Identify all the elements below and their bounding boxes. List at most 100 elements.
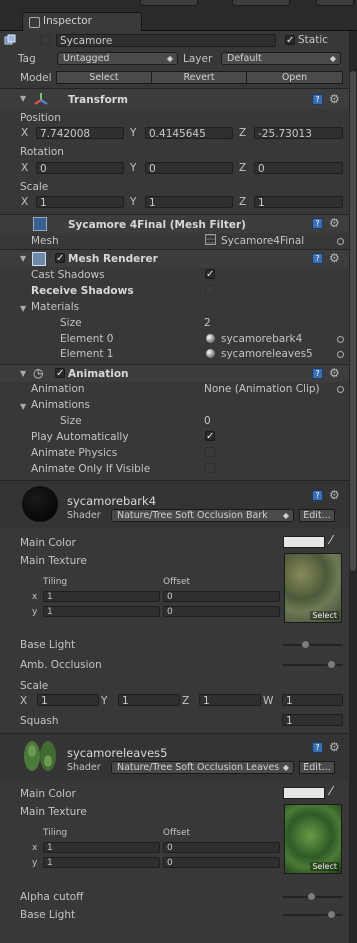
mat-scale-x-label: X	[20, 695, 28, 707]
help-icon[interactable]: ?	[312, 253, 323, 264]
cast-shadows-checkbox[interactable]: ✓	[205, 269, 215, 280]
animations-label: Animations	[31, 399, 91, 411]
material1-shader-dropdown[interactable]: Nature/Tree Soft Occlusion Bark ◆	[111, 509, 294, 522]
model-open-button[interactable]: Open	[246, 71, 343, 84]
receive-shadows-checkbox[interactable]	[205, 285, 215, 295]
rotation-y-field[interactable]: 0	[145, 162, 233, 174]
eyedropper-icon[interactable]: ⁄	[330, 784, 332, 798]
animate-physics-checkbox[interactable]	[205, 447, 215, 457]
foldout-arrow-icon[interactable]: ▼	[20, 254, 26, 263]
offset-y-field[interactable]: 0	[163, 606, 280, 617]
tiling-x-field[interactable]: 1	[43, 842, 160, 853]
tiling-y-field[interactable]: 1	[43, 857, 160, 868]
scale-y-field[interactable]: 1	[145, 196, 233, 208]
object-picker-icon[interactable]	[337, 336, 344, 343]
material1-edit-button[interactable]: Edit...	[299, 509, 335, 522]
main-texture-thumbnail[interactable]: Select	[284, 553, 342, 623]
scrollbar-thumb[interactable]	[350, 71, 356, 571]
mat-scale-z-field[interactable]: 1	[199, 694, 261, 706]
gear-icon[interactable]: ⚙	[329, 93, 340, 105]
toolbar-button[interactable]	[316, 0, 354, 6]
tag-dropdown[interactable]: Untagged ◆	[57, 52, 178, 65]
material2-edit-button[interactable]: Edit...	[299, 761, 335, 774]
play-automatically-label: Play Automatically	[31, 431, 129, 443]
transform-header[interactable]	[0, 89, 349, 109]
animations-size-value[interactable]: 0	[204, 415, 211, 427]
help-icon[interactable]: ?	[312, 490, 323, 501]
object-name-field[interactable]: Sycamore	[56, 34, 276, 47]
active-checkbox[interactable]	[40, 35, 50, 45]
mesh-renderer-title: Mesh Renderer	[68, 253, 158, 265]
material2-shader-dropdown[interactable]: Nature/Tree Soft Occlusion Leaves ◆	[111, 761, 294, 774]
offset-x-field[interactable]: 0	[163, 591, 280, 602]
layer-dropdown[interactable]: Default ◆	[221, 52, 341, 65]
mat-scale-x-field[interactable]: 1	[37, 694, 99, 706]
help-icon[interactable]: ?	[312, 742, 323, 753]
object-picker-icon[interactable]	[337, 386, 344, 393]
main-color-swatch[interactable]	[283, 787, 325, 799]
toolbar-button[interactable]	[140, 0, 198, 6]
foldout-arrow-icon[interactable]: ▼	[20, 369, 26, 378]
base-light-slider[interactable]	[283, 644, 343, 646]
scrollbar[interactable]	[349, 31, 357, 943]
offset-x-field[interactable]: 0	[163, 842, 280, 853]
position-z-field[interactable]: -25.73013	[254, 127, 343, 139]
axis-y-label: Y	[130, 196, 137, 208]
position-x-field[interactable]: 7.742008	[36, 127, 124, 139]
static-checkbox[interactable]: ✓	[285, 35, 295, 46]
tab-inspector[interactable]: Inspector	[22, 12, 142, 31]
scale-z-field[interactable]: 1	[254, 196, 343, 208]
axis-x-label: X	[21, 196, 29, 208]
foldout-arrow-icon[interactable]: ▼	[20, 402, 26, 411]
gear-icon[interactable]: ⚙	[329, 741, 340, 753]
tiling-x-field[interactable]: 1	[43, 591, 160, 602]
object-picker-icon[interactable]	[337, 351, 344, 358]
alpha-cutoff-slider-knob[interactable]	[307, 892, 316, 901]
main-texture-thumbnail[interactable]: Select	[284, 804, 342, 874]
object-picker-icon[interactable]	[337, 238, 344, 245]
texture-select-button[interactable]: Select	[310, 862, 339, 871]
play-automatically-checkbox[interactable]: ✓	[205, 431, 215, 442]
position-y-field[interactable]: 0.4145645	[145, 127, 233, 139]
help-icon[interactable]: ?	[312, 368, 323, 379]
tiling-y-field[interactable]: 1	[43, 606, 160, 617]
squash-field[interactable]: 1	[282, 714, 343, 726]
help-icon[interactable]: ?	[312, 94, 323, 105]
gear-icon[interactable]: ⚙	[329, 489, 340, 501]
scale-x-field[interactable]: 1	[36, 196, 124, 208]
gear-icon[interactable]: ⚙	[329, 217, 340, 229]
model-revert-button[interactable]: Revert	[151, 71, 247, 84]
help-icon[interactable]: ?	[312, 218, 323, 229]
element1-value[interactable]: sycamoreleaves5	[221, 348, 313, 360]
mat-scale-w-field[interactable]: 1	[282, 694, 343, 706]
amb-occlusion-slider-knob[interactable]	[326, 660, 336, 669]
eyedropper-icon[interactable]: ⁄	[330, 533, 332, 547]
base-light-slider-knob[interactable]	[326, 910, 336, 919]
foldout-arrow-icon[interactable]: ▼	[20, 94, 26, 103]
mat-scale-y-field[interactable]: 1	[118, 694, 180, 706]
foldout-arrow-icon[interactable]: ▼	[20, 304, 26, 313]
animate-physics-label: Animate Physics	[31, 447, 118, 459]
mesh-renderer-header[interactable]	[0, 250, 349, 267]
base-light-slider-knob[interactable]	[301, 640, 311, 649]
mesh-renderer-enabled-checkbox[interactable]: ✓	[55, 253, 65, 264]
tiling-y-label: y	[32, 607, 38, 617]
animation-clip-value[interactable]: None (Animation Clip)	[204, 383, 320, 395]
animation-header[interactable]	[0, 365, 349, 382]
rotation-z-field[interactable]: 0	[254, 162, 343, 174]
texture-select-button[interactable]: Select	[310, 611, 339, 620]
mesh-value[interactable]: Sycamore4Final	[221, 235, 304, 247]
materials-size-value[interactable]: 2	[204, 317, 211, 329]
element0-value[interactable]: sycamorebark4	[221, 333, 302, 345]
toolbar-button[interactable]	[232, 0, 290, 6]
main-color-swatch[interactable]	[283, 536, 325, 548]
rotation-x-field[interactable]: 0	[36, 162, 124, 174]
gear-icon[interactable]: ⚙	[329, 252, 340, 264]
main-color-label: Main Color	[20, 788, 76, 800]
gear-icon[interactable]: ⚙	[329, 367, 340, 379]
animation-enabled-checkbox[interactable]: ✓	[55, 368, 65, 379]
animate-only-if-visible-checkbox[interactable]	[205, 463, 215, 473]
offset-y-field[interactable]: 0	[163, 857, 280, 868]
model-select-button[interactable]: Select	[56, 71, 152, 84]
animate-only-if-visible-label: Animate Only If Visible	[31, 463, 151, 475]
